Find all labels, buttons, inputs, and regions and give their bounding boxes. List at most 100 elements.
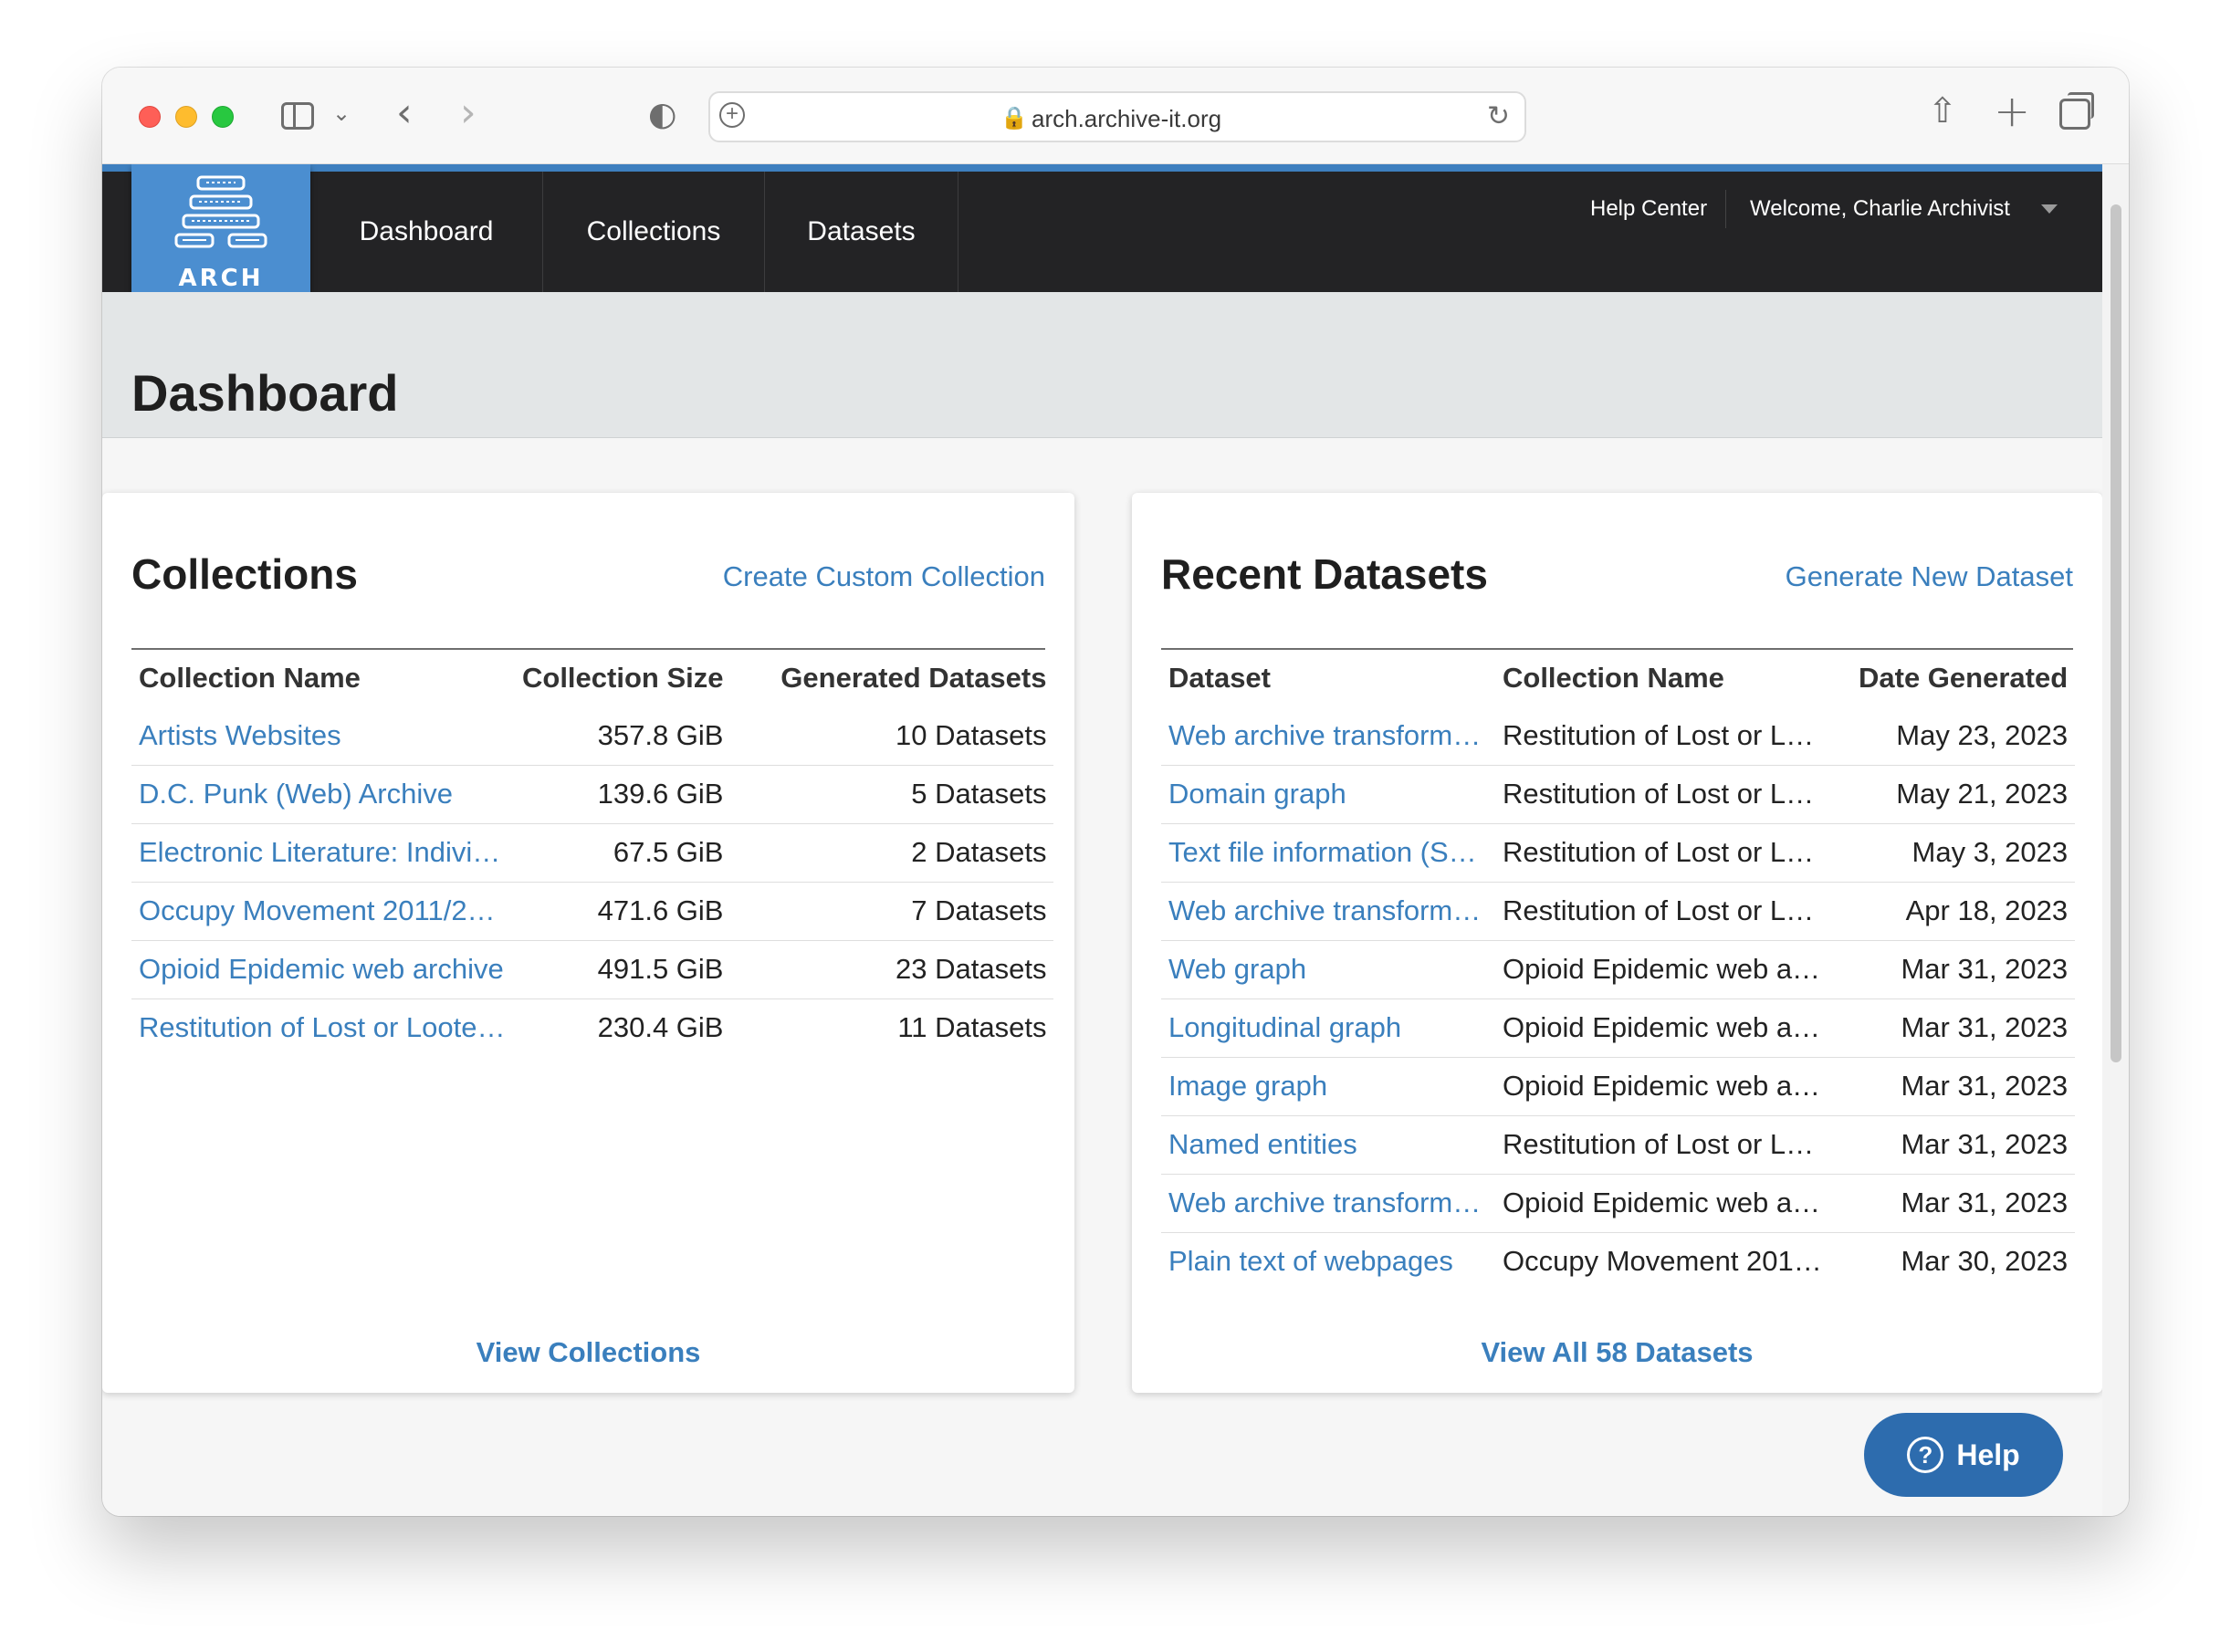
close-window-button[interactable] bbox=[139, 106, 161, 128]
dataset-link[interactable]: Web archive transform… bbox=[1161, 1173, 1495, 1232]
caret-down-icon[interactable] bbox=[2041, 204, 2058, 214]
dataset-link[interactable]: Named entities bbox=[1161, 1114, 1495, 1174]
page-title: Dashboard bbox=[131, 364, 399, 422]
tab-overview-icon[interactable] bbox=[2059, 92, 2094, 130]
view-all-datasets-link[interactable]: View All 58 Datasets bbox=[1132, 1336, 2102, 1369]
page-header: Dashboard bbox=[102, 292, 2102, 438]
dataset-collection-name: Opioid Epidemic web a… bbox=[1495, 1056, 1851, 1115]
help-center-link[interactable]: Help Center bbox=[1590, 190, 1727, 228]
table-row: Opioid Epidemic web archive 491.5 GiB 23… bbox=[131, 939, 1054, 999]
column-header: Dataset bbox=[1168, 662, 1271, 694]
forward-icon[interactable]: › bbox=[460, 93, 477, 133]
dataset-collection-name: Occupy Movement 201… bbox=[1495, 1231, 1851, 1291]
table-row: Image graph Opioid Epidemic web a… Mar 3… bbox=[1161, 1056, 2076, 1115]
table-row: Named entities Restitution of Lost or L…… bbox=[1161, 1114, 2076, 1174]
nav-dashboard[interactable]: Dashboard bbox=[310, 172, 543, 292]
zoom-window-button[interactable] bbox=[212, 106, 234, 128]
new-tab-icon[interactable]: + bbox=[1994, 89, 2030, 133]
collections-table: Collection Name Collection Size Generate… bbox=[131, 650, 1054, 1057]
dataset-link[interactable]: Web graph bbox=[1161, 939, 1495, 999]
dataset-collection-name: Restitution of Lost or L… bbox=[1495, 881, 1851, 940]
privacy-shield-icon[interactable]: ◐ bbox=[648, 99, 676, 131]
collection-name-link[interactable]: Electronic Literature: Indivi… bbox=[131, 822, 515, 882]
share-icon[interactable]: ⇧ bbox=[1928, 93, 1957, 128]
dataset-link[interactable]: Text file information (S… bbox=[1161, 822, 1495, 882]
create-custom-collection-link[interactable]: Create Custom Collection bbox=[723, 560, 1045, 593]
view-collections-link[interactable]: View Collections bbox=[102, 1336, 1074, 1369]
generated-datasets: 23 Datasets bbox=[730, 939, 1054, 999]
collection-name-link[interactable]: Restitution of Lost or Loote… bbox=[131, 998, 515, 1057]
table-header-row: Collection Name Collection Size Generate… bbox=[131, 650, 1053, 706]
table-row: Restitution of Lost or Loote… 230.4 GiB … bbox=[131, 998, 1054, 1057]
date-generated: May 3, 2023 bbox=[1851, 822, 2076, 882]
generate-new-dataset-link[interactable]: Generate New Dataset bbox=[1786, 560, 2073, 593]
table-row: Web archive transform… Restitution of Lo… bbox=[1161, 706, 2075, 765]
browser-toolbar: ⌄ ‹ › ◐ + 🔒 arch.archive-it.org ↻ ⇧ + bbox=[102, 68, 2129, 164]
collections-card: Collections Create Custom Collection Col… bbox=[102, 493, 1074, 1393]
recent-datasets-table: Dataset Collection Name Date Generated W… bbox=[1161, 650, 2076, 1291]
collections-title: Collections bbox=[131, 550, 358, 598]
dataset-collection-name: Restitution of Lost or L… bbox=[1503, 718, 1815, 751]
question-circle-icon: ? bbox=[1907, 1437, 1944, 1473]
lock-icon: 🔒 bbox=[1000, 106, 1028, 131]
collection-size: 491.5 GiB bbox=[515, 939, 731, 999]
dataset-collection-name: Opioid Epidemic web a… bbox=[1495, 939, 1851, 999]
generated-datasets: 5 Datasets bbox=[730, 764, 1054, 823]
scrollbar-thumb[interactable] bbox=[2111, 204, 2121, 1062]
dataset-link[interactable]: Web archive transform… bbox=[1161, 706, 1495, 765]
nav-collections[interactable]: Collections bbox=[543, 172, 765, 292]
sidebar-toggle-icon[interactable] bbox=[281, 102, 314, 130]
date-generated: May 21, 2023 bbox=[1851, 764, 2076, 823]
dataset-link[interactable]: Web archive transform… bbox=[1161, 881, 1495, 940]
dataset-link[interactable]: Longitudinal graph bbox=[1161, 998, 1495, 1057]
date-generated: Mar 31, 2023 bbox=[1851, 998, 2076, 1057]
dataset-link[interactable]: Plain text of webpages bbox=[1161, 1231, 1495, 1291]
date-generated: May 23, 2023 bbox=[1896, 718, 2069, 751]
dataset-link[interactable]: Image graph bbox=[1161, 1056, 1495, 1115]
table-row: Plain text of webpages Occupy Movement 2… bbox=[1161, 1231, 2076, 1291]
table-header-row: Dataset Collection Name Date Generated bbox=[1161, 650, 2075, 706]
table-row: Occupy Movement 2011/2… 471.6 GiB 7 Data… bbox=[131, 881, 1054, 940]
page-viewport: ARCH Dashboard Collections Datasets Help… bbox=[102, 164, 2102, 1516]
date-generated: Mar 31, 2023 bbox=[1851, 1114, 2076, 1174]
date-generated: Mar 30, 2023 bbox=[1851, 1231, 2076, 1291]
collection-name-link[interactable]: D.C. Punk (Web) Archive bbox=[131, 764, 515, 823]
column-header: Generated Datasets bbox=[780, 662, 1047, 694]
collection-name-link[interactable]: Artists Websites bbox=[131, 706, 515, 765]
collection-name-link[interactable]: Occupy Movement 2011/2… bbox=[131, 881, 515, 940]
table-row: Electronic Literature: Indivi… 67.5 GiB … bbox=[131, 822, 1054, 882]
column-header: Collection Name bbox=[139, 662, 361, 694]
nav-datasets[interactable]: Datasets bbox=[765, 172, 958, 292]
back-icon[interactable]: ‹ bbox=[396, 93, 413, 133]
date-generated: Mar 31, 2023 bbox=[1851, 939, 2076, 999]
dataset-collection-name: Opioid Epidemic web a… bbox=[1495, 1173, 1851, 1232]
dataset-link[interactable]: Domain graph bbox=[1161, 764, 1495, 823]
dataset-collection-name: Opioid Epidemic web a… bbox=[1495, 998, 1851, 1057]
dataset-collection-name: Restitution of Lost or L… bbox=[1495, 822, 1851, 882]
date-generated: Mar 31, 2023 bbox=[1851, 1056, 2076, 1115]
url-text[interactable]: arch.archive-it.org bbox=[1032, 105, 1221, 133]
server-stack-icon bbox=[174, 175, 267, 248]
reload-icon[interactable]: ↻ bbox=[1487, 100, 1510, 132]
address-bar[interactable]: + 🔒 arch.archive-it.org ↻ bbox=[708, 91, 1526, 142]
collection-size: 471.6 GiB bbox=[515, 881, 731, 940]
chevron-down-icon[interactable]: ⌄ bbox=[332, 102, 351, 124]
help-button[interactable]: ? Help bbox=[1864, 1413, 2063, 1497]
generated-datasets: 10 Datasets bbox=[896, 718, 1047, 751]
dataset-collection-name: Restitution of Lost or L… bbox=[1495, 764, 1851, 823]
collection-size: 139.6 GiB bbox=[515, 764, 731, 823]
table-row: Text file information (S… Restitution of… bbox=[1161, 822, 2076, 882]
user-menu[interactable]: Welcome, Charlie Archivist bbox=[1750, 190, 2010, 228]
recent-datasets-title: Recent Datasets bbox=[1161, 550, 1488, 598]
generated-datasets: 11 Datasets bbox=[730, 998, 1054, 1057]
minimize-window-button[interactable] bbox=[175, 106, 197, 128]
table-row: D.C. Punk (Web) Archive 139.6 GiB 5 Data… bbox=[131, 764, 1054, 823]
column-header: Collection Name bbox=[1503, 662, 1724, 694]
arch-logo[interactable]: ARCH bbox=[131, 164, 310, 301]
collection-name-link[interactable]: Opioid Epidemic web archive bbox=[131, 939, 515, 999]
column-header: Date Generated bbox=[1859, 662, 2069, 694]
table-row: Web archive transform… Restitution of Lo… bbox=[1161, 881, 2076, 940]
table-row: Longitudinal graph Opioid Epidemic web a… bbox=[1161, 998, 2076, 1057]
generated-datasets: 7 Datasets bbox=[730, 881, 1054, 940]
add-extension-icon[interactable]: + bbox=[719, 102, 745, 128]
